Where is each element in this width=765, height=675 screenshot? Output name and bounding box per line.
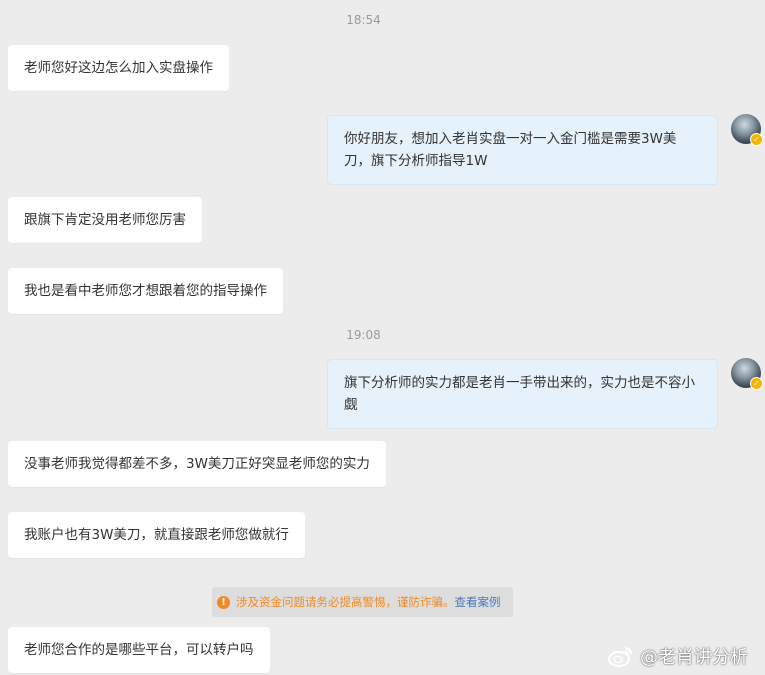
avatar[interactable]: ✓ bbox=[731, 358, 763, 390]
message-outgoing[interactable]: 旗下分析师的实力都是老肖一手带出来的，实力也是不容小觑 bbox=[327, 359, 718, 429]
fraud-warning-notice: ! 涉及资金问题请务必提高警惕，谨防诈骗。 查看案例 bbox=[212, 587, 513, 617]
verified-badge-icon: ✓ bbox=[750, 377, 763, 390]
message-outgoing[interactable]: 你好朋友，想加入老肖实盘一对一入金门槛是需要3W美刀，旗下分析师指导1W bbox=[327, 115, 718, 185]
watermark-text: @老肖讲分析 bbox=[640, 647, 748, 668]
timestamp: 19:08 bbox=[346, 328, 381, 342]
message-incoming[interactable]: 我也是看中老师您才想跟着您的指导操作 bbox=[8, 268, 283, 314]
view-cases-link[interactable]: 查看案例 bbox=[455, 594, 501, 610]
message-incoming[interactable]: 老师您合作的是哪些平台，可以转户吗 bbox=[8, 627, 270, 673]
message-incoming[interactable]: 老师您好这边怎么加入实盘操作 bbox=[8, 45, 229, 91]
info-icon: ! bbox=[217, 595, 230, 609]
message-incoming[interactable]: 我账户也有3W美刀，就直接跟老师您做就行 bbox=[8, 512, 305, 558]
weibo-icon bbox=[608, 647, 632, 667]
message-incoming[interactable]: 没事老师我觉得都差不多，3W美刀正好突显老师您的实力 bbox=[8, 441, 386, 487]
timestamp: 18:54 bbox=[346, 13, 381, 27]
fraud-warning-text: 涉及资金问题请务必提高警惕，谨防诈骗。 bbox=[236, 595, 455, 609]
watermark: @老肖讲分析 bbox=[608, 643, 748, 669]
message-incoming[interactable]: 跟旗下肯定没用老师您厉害 bbox=[8, 197, 202, 243]
avatar[interactable]: ✓ bbox=[731, 114, 763, 146]
verified-badge-icon: ✓ bbox=[750, 133, 763, 146]
